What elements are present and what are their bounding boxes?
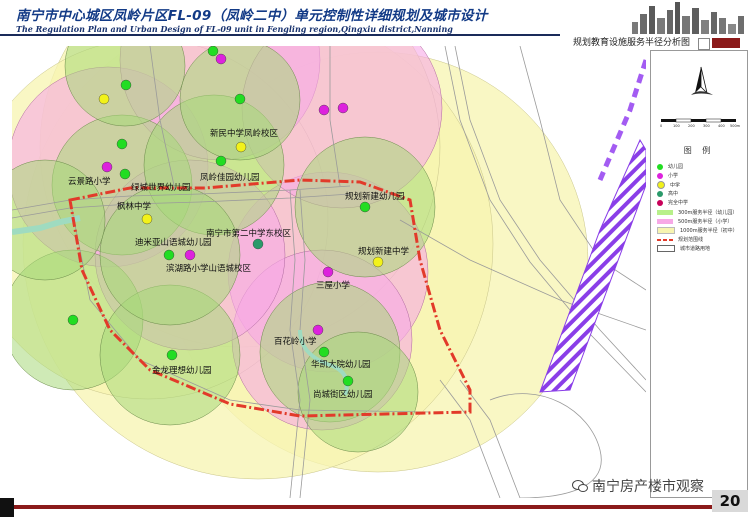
kindergarten-dot bbox=[119, 168, 131, 180]
kindergarten-dot bbox=[116, 138, 128, 150]
legend-item-high: 高中 bbox=[657, 190, 678, 198]
watermark-text: 南宁房产楼市观察 bbox=[592, 479, 704, 495]
legend-item-radius-1000: 1000m服务半径（初中） bbox=[657, 227, 738, 235]
kindergarten-dot bbox=[120, 79, 132, 91]
map-label: 三屋小学 bbox=[316, 280, 351, 291]
road-swatch bbox=[657, 245, 675, 252]
kindergarten-icon bbox=[657, 163, 663, 170]
scale-label: 500m bbox=[730, 124, 741, 127]
footer-line bbox=[12, 505, 712, 509]
kindergarten-dot bbox=[318, 346, 330, 358]
map-label: 绿城世界幼儿园 bbox=[131, 182, 191, 193]
primary-dot bbox=[215, 53, 227, 65]
map-label: 南宁市第二中学东校区 bbox=[206, 228, 292, 239]
map-label: 凤岭佳园幼儿园 bbox=[200, 172, 260, 183]
subtitle-box-red bbox=[712, 38, 740, 48]
kindergarten-dot bbox=[67, 314, 79, 326]
primary-dot bbox=[312, 324, 324, 336]
middle-school-icon bbox=[657, 181, 665, 189]
map-label: 新民中学凤岭校区 bbox=[210, 128, 279, 139]
middle-dot bbox=[98, 93, 110, 105]
legend-item-radius-300: 300m服务半径（幼儿园） bbox=[657, 209, 737, 217]
title-cn: 南宁市中心城区凤岭片区FL-09（凤岭二中）单元控制性详细规划及城市设计 bbox=[16, 8, 488, 24]
scale-label: 100 bbox=[673, 124, 680, 127]
radius-500-swatch bbox=[657, 219, 673, 224]
map-canvas: 新民中学凤岭校区 云景路小学 绿城世界幼儿园 凤岭佳园幼儿园 规划新建幼儿园 枫… bbox=[12, 46, 646, 498]
watermark: 南宁房产楼市观察 bbox=[572, 476, 704, 496]
scale-label: 300 bbox=[703, 124, 710, 127]
map-label: 尚城街区幼儿园 bbox=[313, 389, 373, 400]
map-label: 规划新建幼儿园 bbox=[345, 191, 405, 202]
primary-dot bbox=[322, 266, 334, 278]
scale-label: 200 bbox=[688, 124, 695, 127]
legend-panel: 0 100 200 300 400 500m 图 例 幼儿园 小学 中学 高中 … bbox=[650, 50, 748, 498]
legend-item-boundary: 规划范围线 bbox=[657, 236, 703, 244]
legend-item-road: 城市道路用地 bbox=[657, 245, 710, 253]
primary-dot bbox=[337, 102, 349, 114]
map-label: 枫林中学 bbox=[117, 201, 152, 212]
legend-item-complete-middle: 完全中学 bbox=[657, 199, 688, 207]
high-school-dot bbox=[252, 238, 264, 250]
skyline-graphic bbox=[632, 2, 744, 34]
middle-dot bbox=[372, 256, 384, 268]
scale-label: 0 bbox=[660, 124, 662, 127]
primary-dot bbox=[318, 104, 330, 116]
radius-1000-swatch bbox=[657, 227, 675, 234]
kindergarten-dot bbox=[234, 93, 246, 105]
kindergarten-dot bbox=[163, 249, 175, 261]
legend-title: 图 例 bbox=[683, 146, 715, 155]
legend-item-primary: 小学 bbox=[657, 172, 678, 180]
radius-300-swatch bbox=[657, 210, 673, 215]
wechat-icon bbox=[572, 480, 588, 492]
north-arrow-icon bbox=[691, 66, 713, 95]
map-label: 滨湖路小学山语城校区 bbox=[166, 263, 252, 274]
scale-bar: 0 100 200 300 400 500m bbox=[660, 118, 741, 127]
education-service-radius-map: 新民中学凤岭校区 云景路小学 绿城世界幼儿园 凤岭佳园幼儿园 规划新建幼儿园 枫… bbox=[12, 46, 646, 498]
primary-dot bbox=[184, 249, 196, 261]
high-school-icon bbox=[657, 190, 663, 197]
header-divider bbox=[0, 34, 560, 36]
boundary-line-swatch bbox=[657, 238, 673, 241]
kindergarten-dot bbox=[207, 46, 219, 57]
map-label: 迪米亚山语城幼儿园 bbox=[135, 237, 212, 248]
map-label: 百花岭小学 bbox=[274, 336, 317, 347]
title-en: The Regulation Plan and Urban Design of … bbox=[16, 24, 453, 34]
primary-school-icon bbox=[657, 172, 663, 179]
map-label: 规划新建中学 bbox=[358, 246, 410, 257]
legend-item-radius-500: 500m服务半径（小学） bbox=[657, 218, 732, 226]
subtitle-box-white bbox=[698, 38, 710, 50]
middle-dot bbox=[141, 213, 153, 225]
legend-item-middle: 中学 bbox=[657, 181, 680, 189]
legend-item-kindergarten: 幼儿园 bbox=[657, 163, 683, 171]
complete-middle-school-icon bbox=[657, 199, 663, 206]
kindergarten-dot bbox=[342, 375, 354, 387]
map-label: 华凯大院幼儿园 bbox=[311, 359, 371, 370]
map-label: 云景路小学 bbox=[68, 176, 111, 187]
scale-label: 400 bbox=[718, 124, 725, 127]
map-label: 金龙理想幼儿园 bbox=[152, 365, 212, 376]
page-number: 20 bbox=[712, 490, 748, 512]
footer-bar bbox=[0, 498, 14, 517]
kindergarten-dot bbox=[215, 155, 227, 167]
primary-dot bbox=[101, 161, 113, 173]
kindergarten-dot bbox=[166, 349, 178, 361]
header: 南宁市中心城区凤岭片区FL-09（凤岭二中）单元控制性详细规划及城市设计 The… bbox=[0, 0, 750, 34]
middle-dot bbox=[235, 141, 247, 153]
kindergarten-dot bbox=[359, 201, 371, 213]
